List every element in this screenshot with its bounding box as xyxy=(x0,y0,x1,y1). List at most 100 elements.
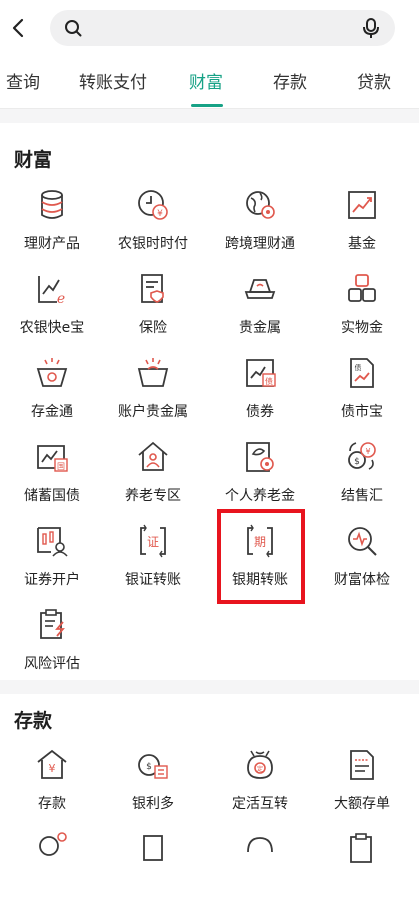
item-label: 银证转账 xyxy=(125,572,181,588)
svg-text:¥: ¥ xyxy=(49,762,56,775)
search-input[interactable] xyxy=(50,10,395,46)
securities-account-icon xyxy=(37,527,68,557)
highlight-box xyxy=(217,509,305,604)
wealth-item-wealth-checkup[interactable]: 财富体检 xyxy=(310,524,414,606)
item-label: 农银时时付 xyxy=(118,236,188,252)
item-label: 大额存单 xyxy=(334,796,390,812)
treasury-bond-icon: 国 xyxy=(37,445,68,472)
svg-text:债: 债 xyxy=(265,376,273,386)
partial-icon xyxy=(350,833,372,863)
tab-deposit[interactable]: 存款 xyxy=(273,68,307,93)
item-label: 定活互转 xyxy=(232,796,288,812)
wealth-item-kuaiebao[interactable]: e 农银快e宝 xyxy=(0,272,104,354)
yinliduo-icon: $ xyxy=(138,754,168,779)
item-label: 个人养老金 xyxy=(225,488,295,504)
item-label: 账户贵金属 xyxy=(118,404,188,420)
deposit-item-large-cd[interactable]: 大额存单 xyxy=(310,748,414,830)
category-tabs: 查询 转账支付 财富 存款 贷款 xyxy=(0,58,419,109)
wealth-item-fund[interactable]: 基金 xyxy=(310,188,414,270)
tab-transfer-payment[interactable]: 转账支付 xyxy=(79,68,147,93)
item-label: 基金 xyxy=(348,236,376,252)
item-label: 实物金 xyxy=(341,320,383,336)
wealth-item-risk-assessment[interactable]: 风险评估 xyxy=(0,608,104,690)
deposit-section-title: 存款 xyxy=(14,710,53,732)
item-label: 养老专区 xyxy=(125,488,181,504)
item-label: 理财产品 xyxy=(24,236,80,252)
item-label: 储蓄国债 xyxy=(24,488,80,504)
section-gap xyxy=(0,680,419,694)
globe-coin-icon xyxy=(246,191,275,219)
wealth-item-cross-border[interactable]: 跨境理财通 xyxy=(208,188,312,270)
wealth-item-bond[interactable]: 债 债券 xyxy=(208,356,312,438)
back-button[interactable] xyxy=(6,10,30,46)
deposit-item-deposit[interactable]: ¥ 存款 xyxy=(0,748,104,830)
account-gold-icon xyxy=(137,358,169,387)
wealth-item-pension-zone[interactable]: 养老专区 xyxy=(101,440,205,522)
bank-securities-transfer-icon: 证 xyxy=(140,524,166,558)
svg-text:债: 债 xyxy=(355,363,362,372)
chevron-left-icon xyxy=(12,18,24,38)
wealth-item-savings-bond[interactable]: 国 储蓄国债 xyxy=(0,440,104,522)
large-cd-icon xyxy=(350,750,374,780)
bond-chart-icon: 债 xyxy=(246,359,276,387)
item-label: 贵金属 xyxy=(239,320,281,336)
personal-pension-icon xyxy=(246,442,274,472)
deposit-item-partial[interactable] xyxy=(0,832,104,914)
item-label: 存金通 xyxy=(31,404,73,420)
svg-text:¥: ¥ xyxy=(365,447,370,456)
pension-house-icon xyxy=(138,441,168,471)
partial-icon xyxy=(143,835,163,861)
item-label: 财富体检 xyxy=(334,572,390,588)
wealth-item-fx-settlement[interactable]: $ ¥ 结售汇 xyxy=(310,440,414,522)
wealth-item-securities-account[interactable]: 证券开户 xyxy=(0,524,104,606)
svg-text:$: $ xyxy=(354,457,360,467)
fixed-current-transfer-icon: 定 xyxy=(247,750,273,779)
gold-bar-icon xyxy=(244,279,276,299)
deposit-item-yinliduo[interactable]: $ 银利多 xyxy=(101,748,205,830)
wealth-item-insurance[interactable]: 保险 xyxy=(101,272,205,354)
section-gap xyxy=(0,109,419,123)
deposit-item-partial[interactable] xyxy=(310,832,414,914)
svg-text:证: 证 xyxy=(147,535,159,549)
wealth-section-title: 财富 xyxy=(14,149,53,171)
item-label: 保险 xyxy=(139,320,167,336)
svg-text:定: 定 xyxy=(257,765,263,773)
item-label: 债市宝 xyxy=(341,404,383,420)
gold-blocks-icon xyxy=(348,274,376,302)
chart-e-icon: e xyxy=(38,276,65,306)
wealth-item-physical-gold[interactable]: 实物金 xyxy=(310,272,414,354)
risk-assessment-icon xyxy=(40,609,65,639)
item-label: 存款 xyxy=(38,796,66,812)
active-tab-indicator xyxy=(191,104,223,107)
clock-yen-icon: ¥ xyxy=(138,190,168,220)
svg-text:$: $ xyxy=(146,762,152,772)
item-label: 风险评估 xyxy=(24,656,80,672)
wealth-item-bank-securities-transfer[interactable]: 证 银证转账 xyxy=(101,524,205,606)
wealth-item-precious-metals[interactable]: 贵金属 xyxy=(208,272,312,354)
bond-doc-icon: 债 xyxy=(350,358,374,388)
item-label: 证券开户 xyxy=(24,572,80,588)
tab-query[interactable]: 查询 xyxy=(6,68,40,93)
tab-wealth[interactable]: 财富 xyxy=(189,68,223,93)
wealth-item-zhaishibao[interactable]: 债 债市宝 xyxy=(310,356,414,438)
deposit-item-partial[interactable] xyxy=(101,832,205,914)
tab-loan[interactable]: 贷款 xyxy=(357,68,391,93)
insurance-doc-icon xyxy=(141,274,164,303)
item-label: 农银快e宝 xyxy=(19,320,85,336)
microphone-icon[interactable] xyxy=(359,16,383,40)
wealth-item-account-gold[interactable]: 账户贵金属 xyxy=(101,356,205,438)
top-bar xyxy=(0,0,419,58)
gold-basket-icon xyxy=(36,358,68,387)
deposit-item-partial[interactable] xyxy=(208,832,312,914)
wealth-item-licai[interactable]: 理财产品 xyxy=(0,188,104,270)
item-label: 跨境理财通 xyxy=(225,236,295,252)
wealth-item-shishifu[interactable]: ¥ 农银时时付 xyxy=(101,188,205,270)
deposit-item-fixed-current-transfer[interactable]: 定 定活互转 xyxy=(208,748,312,830)
fund-chart-icon xyxy=(348,191,376,219)
wealth-checkup-icon xyxy=(348,527,377,556)
deposit-house-icon: ¥ xyxy=(37,749,67,779)
wealth-item-cunjintong[interactable]: 存金通 xyxy=(0,356,104,438)
search-icon xyxy=(62,17,84,39)
item-label: 结售汇 xyxy=(341,488,383,504)
svg-text:¥: ¥ xyxy=(157,209,163,219)
